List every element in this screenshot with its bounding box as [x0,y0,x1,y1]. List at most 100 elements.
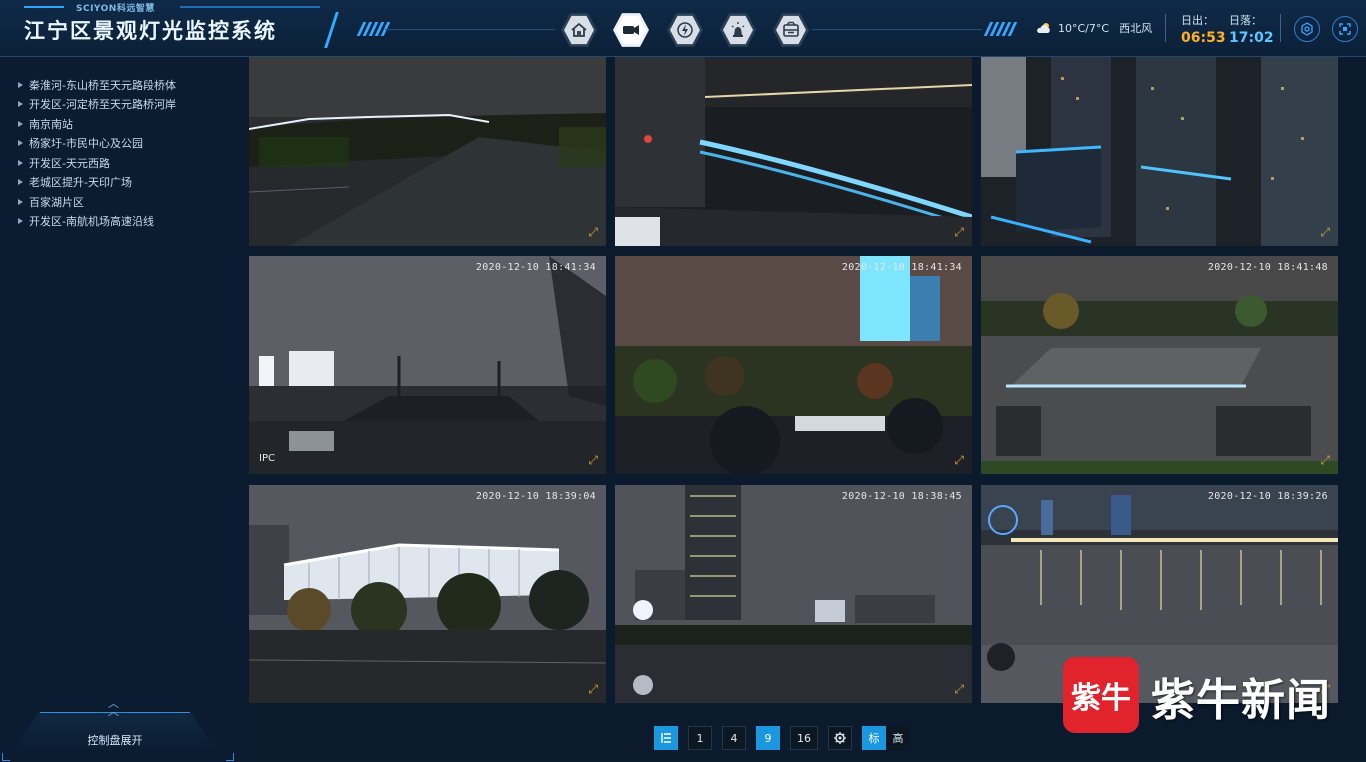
site-item[interactable]: 百家湖片区 [18,192,244,212]
camera-feed [249,256,606,474]
site-item-label: 老城区提升-天印广场 [29,176,132,190]
camera-timestamp: 2020-12-10 18:39:04 [475,491,596,502]
caret-right-icon [18,101,23,108]
site-item-label: 百家湖片区 [29,195,84,209]
camera-tile[interactable]: 2020-12-10 18:41:48 ⤢ [981,256,1338,474]
site-item-label: 开发区-南航机场高速沿线 [29,215,154,229]
site-item[interactable]: 南京南站 [18,114,244,134]
expand-icon[interactable]: ⤢ [954,225,964,240]
site-item[interactable]: 杨家圩-市民中心及公园 [18,134,244,154]
camera-tile[interactable]: ⤢ [249,57,606,246]
caret-right-icon [18,179,23,186]
camera-tile[interactable]: 2020-12-10 18:41:34 IPC ⤢ [249,256,606,474]
decor-line-left [385,29,555,30]
quality-toggle: 标 高 [862,726,910,750]
camera-feed [981,57,1338,246]
camera-timestamp: 2020-12-10 18:41:34 [475,262,596,273]
decor-line-right [812,29,982,30]
site-item[interactable]: 老城区提升-天印广场 [18,173,244,193]
camera-timestamp: 2020-12-10 18:39:26 [1207,491,1328,502]
settings-button[interactable] [1294,16,1320,42]
top-header: SCIYON科远智慧 江宁区景观灯光监控系统 10°C/7°C 西北风 日出： … [0,0,1366,57]
camera-tile[interactable]: 2020-12-10 18:39:04 ⤢ [249,485,606,703]
grid-settings-button[interactable] [828,726,852,750]
expand-icon[interactable]: ⤢ [954,682,964,697]
gear-icon [834,732,846,744]
home-icon [571,22,587,37]
expand-icon[interactable]: ⤢ [954,453,964,468]
site-item[interactable]: 开发区-天元西路 [18,153,244,173]
camera-tile[interactable]: 2020-12-10 18:38:45 ⤢ [615,485,972,703]
camera-feed [981,256,1338,474]
sunset-label: 日落： [1229,14,1262,27]
temperature-text: 10°C/7°C [1058,21,1110,35]
watermark-text: 紫牛新闻 [1151,675,1331,726]
camera-feed [615,485,972,703]
site-item-label: 开发区-河定桥至天元路桥河岸 [29,98,176,112]
expand-icon[interactable]: ⤢ [588,453,598,468]
caret-right-icon [18,198,23,205]
nav-home-button[interactable] [561,13,597,47]
camera-ipc-label: IPC [259,453,275,464]
brand-logo-text: SCIYON科远智慧 [76,4,155,14]
expand-icon[interactable]: ⤢ [1320,225,1330,240]
camera-tile[interactable]: ⤢ [981,57,1338,246]
watermark-logo-badge: 紫牛 [1063,657,1139,733]
frame-corner [2,753,10,761]
cabinet-icon [783,21,799,37]
camera-feed [615,256,972,474]
camera-tile[interactable]: 2020-12-10 18:41:34 ⤢ [615,256,972,474]
sunset-time: 17:02 [1229,30,1274,46]
site-item-label: 杨家圩-市民中心及公园 [29,137,143,151]
site-item[interactable]: 开发区-河定桥至天元路桥河岸 [18,95,244,115]
fullscreen-icon [1339,23,1351,35]
layout-16-button[interactable]: 16 [790,726,818,750]
camera-timestamp: 2020-12-10 18:41:48 [1207,262,1328,273]
quality-sd-button[interactable]: 标 [862,726,886,750]
expand-icon[interactable]: ⤢ [588,682,598,697]
nav-camera-button[interactable] [613,13,649,47]
fullscreen-button[interactable] [1332,16,1358,42]
expand-icon[interactable]: ⤢ [1320,453,1330,468]
frame-corner [226,753,234,761]
decor-stripes-left [356,22,391,36]
settings-icon [1301,22,1313,36]
brand-accent-line [24,6,64,8]
lightning-icon [677,22,693,38]
sunset-block: 日落： 17:02 [1229,12,1274,46]
camera-timestamp: 2020-12-10 18:41:34 [841,262,962,273]
control-panel-toggle[interactable]: ︿ ︿ 控制盘展开 [10,698,220,758]
quality-hd-button[interactable]: 高 [886,726,910,750]
list-icon [661,733,671,743]
caret-right-icon [18,159,23,166]
nav-power-button[interactable] [667,13,703,47]
nav-lighting-button[interactable] [720,13,756,47]
title-divider [324,12,339,48]
caret-right-icon [18,81,23,88]
caret-right-icon [18,120,23,127]
sunrise-label: 日出： [1181,14,1214,27]
layout-1-button[interactable]: 1 [688,726,712,750]
brand-accent-line-right [180,6,320,8]
camera-tile[interactable]: ⤢ [615,57,972,246]
news-watermark: 紫牛 紫牛新闻 [1063,656,1353,734]
site-item[interactable]: 开发区-南航机场高速沿线 [18,212,244,232]
layout-4-button[interactable]: 4 [722,726,746,750]
site-sidebar: 秦淮河-东山桥至天元路段桥体 开发区-河定桥至天元路桥河岸 南京南站 杨家圩-市… [0,57,244,762]
header-divider [1165,14,1166,42]
layout-9-button[interactable]: 9 [756,726,780,750]
camera-feed [615,57,972,246]
chevron-up-icon: ︿ ︿ [108,697,119,718]
cloudy-icon [1037,23,1050,33]
weather-widget: 10°C/7°C 西北风 [1036,20,1152,36]
caret-right-icon [18,140,23,147]
caret-right-icon [18,218,23,225]
layout-toolbar: 1 4 9 16 标 高 [654,726,910,750]
camera-feed [249,57,606,246]
list-view-button[interactable] [654,726,678,750]
wind-text: 西北风 [1119,22,1153,35]
site-item[interactable]: 秦淮河-东山桥至天元路段桥体 [18,75,244,95]
nav-device-button[interactable] [773,13,809,47]
site-item-label: 秦淮河-东山桥至天元路段桥体 [29,78,176,92]
expand-icon[interactable]: ⤢ [588,225,598,240]
